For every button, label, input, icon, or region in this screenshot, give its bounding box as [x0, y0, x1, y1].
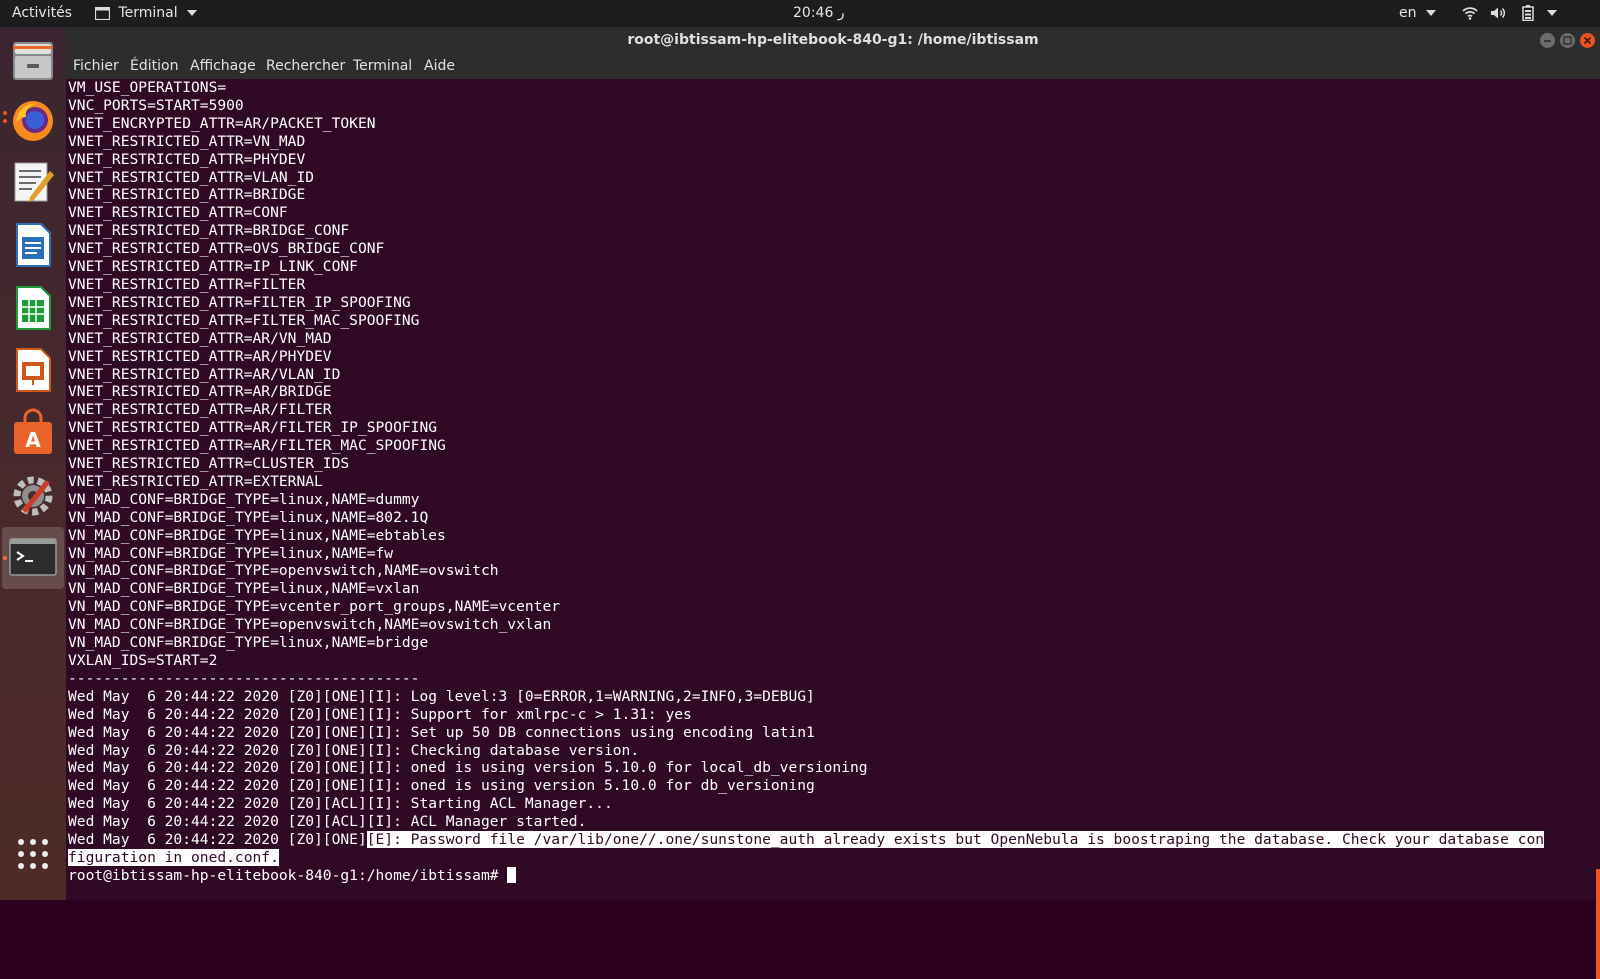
terminal-line: ---------------------------------------- — [68, 669, 420, 687]
top-bar: Activités Terminal 20:46 ر en — [0, 0, 1600, 27]
terminal-line: VNET_RESTRICTED_ATTR=IP_LINK_CONF — [68, 258, 358, 276]
app-menu-label: Terminal — [118, 5, 178, 21]
battery-icon — [1522, 5, 1534, 21]
menu-aide[interactable]: Aide — [424, 54, 455, 79]
terminal-line: Wed May 6 20:44:22 2020 [Z0][ACL][I]: AC… — [68, 813, 587, 831]
terminal-icon[interactable] — [2, 527, 64, 589]
minimize-icon — [1544, 40, 1551, 42]
text-cursor — [507, 866, 517, 883]
terminal-line: VN_MAD_CONF=BRIDGE_TYPE=vcenter_port_gro… — [68, 598, 561, 616]
terminal-line: VNET_RESTRICTED_ATTR=PHYDEV — [68, 150, 306, 168]
menu-edition[interactable]: Édition — [130, 54, 178, 79]
terminal-line: VNET_RESTRICTED_ATTR=FILTER_MAC_SPOOFING — [68, 311, 420, 329]
close-icon — [1583, 36, 1592, 45]
settings-icon[interactable] — [8, 470, 58, 520]
terminal-line: Wed May 6 20:44:22 2020 [Z0][ACL][I]: St… — [68, 795, 613, 813]
files-icon[interactable] — [8, 35, 58, 85]
error-highlight: [E]: Password file /var/lib/one//.one/su… — [366, 831, 1545, 849]
error-line-prefix: Wed May 6 20:44:22 2020 [Z0][ONE] — [68, 831, 367, 849]
terminal-line: Wed May 6 20:44:22 2020 [Z0][ONE][I]: Ch… — [68, 741, 640, 759]
terminal-line: VNET_RESTRICTED_ATTR=AR/BRIDGE — [68, 383, 332, 401]
app-menu-button[interactable]: Terminal — [95, 0, 198, 27]
chevron-down-icon — [187, 10, 198, 16]
terminal-line: Wed May 6 20:44:22 2020 [Z0][ONE][I]: Se… — [68, 723, 815, 741]
terminal-line: VNET_ENCRYPTED_ATTR=AR/PACKET_TOKEN — [68, 114, 376, 132]
terminal-line: VM_USE_OPERATIONS= — [68, 79, 227, 96]
system-menu-caret — [1547, 10, 1558, 16]
chevron-down-icon — [1425, 10, 1436, 16]
minimize-button[interactable] — [1540, 33, 1555, 48]
show-apps-icon[interactable] — [8, 829, 58, 879]
window-titlebar[interactable]: root@ibtissam-hp-elitebook-840-g1: /home… — [66, 27, 1600, 54]
terminal-line: VN_MAD_CONF=BRIDGE_TYPE=linux,NAME=802.1… — [68, 508, 429, 526]
terminal-line: VNET_RESTRICTED_ATTR=BRIDGE_CONF — [68, 222, 350, 240]
terminal-line: VNET_RESTRICTED_ATTR=FILTER_IP_SPOOFING — [68, 293, 411, 311]
text-editor-icon[interactable] — [8, 157, 58, 207]
terminal-line: Wed May 6 20:44:22 2020 [Z0][ONE][I]: Su… — [68, 705, 692, 723]
system-status-area[interactable] — [1462, 0, 1558, 27]
terminal-line: VNET_RESTRICTED_ATTR=AR/FILTER — [68, 401, 332, 419]
terminal-line: VNET_RESTRICTED_ATTR=AR/FILTER_IP_SPOOFI… — [68, 419, 438, 437]
terminal-small-icon — [95, 6, 110, 20]
maximize-button[interactable] — [1560, 33, 1575, 48]
close-button[interactable] — [1580, 33, 1595, 48]
terminal-output: VM_USE_OPERATIONS= VNC_PORTS=START=5900 … — [66, 79, 1545, 885]
terminal-line: VNET_RESTRICTED_ATTR=VN_MAD — [68, 132, 306, 150]
software-center-icon[interactable]: A — [8, 408, 58, 458]
clock[interactable]: 20:46 ر — [793, 0, 845, 27]
menu-rechercher[interactable]: Rechercher — [266, 54, 345, 79]
terminal-line: VNET_RESTRICTED_ATTR=FILTER — [68, 275, 306, 293]
terminal-line: VN_MAD_CONF=BRIDGE_TYPE=openvswitch,NAME… — [68, 616, 552, 634]
terminal-line: VN_MAD_CONF=BRIDGE_TYPE=linux,NAME=fw — [68, 544, 394, 562]
terminal-line: Wed May 6 20:44:22 2020 [Z0][ONE][I]: Lo… — [68, 687, 815, 705]
dock: A — [0, 27, 66, 900]
terminal-line: VNET_RESTRICTED_ATTR=CONF — [68, 204, 288, 222]
terminal-line: VNET_RESTRICTED_ATTR=CLUSTER_IDS — [68, 455, 350, 473]
running-indicator — [3, 119, 7, 123]
terminal-line: Wed May 6 20:44:22 2020 [Z0][ONE][I]: on… — [68, 777, 815, 795]
terminal-log-lines: VM_USE_OPERATIONS= VNC_PORTS=START=5900 … — [68, 79, 868, 830]
terminal-line: VNC_PORTS=START=5900 — [68, 96, 244, 114]
scrollbar[interactable] — [1596, 869, 1600, 979]
terminal-line: VN_MAD_CONF=BRIDGE_TYPE=linux,NAME=bridg… — [68, 634, 429, 652]
terminal-line: Wed May 6 20:44:22 2020 [Z0][ONE][I]: on… — [68, 759, 868, 777]
terminal-line: VN_MAD_CONF=BRIDGE_TYPE=linux,NAME=dummy — [68, 490, 420, 508]
maximize-icon — [1563, 36, 1572, 45]
volume-icon — [1491, 7, 1506, 19]
terminal-line: VNET_RESTRICTED_ATTR=VLAN_ID — [68, 168, 315, 186]
terminal-line: VNET_RESTRICTED_ATTR=AR/PHYDEV — [68, 347, 332, 365]
terminal-view[interactable]: VM_USE_OPERATIONS= VNC_PORTS=START=5900 … — [66, 79, 1600, 979]
wifi-icon — [1462, 7, 1478, 20]
language-label: en — [1399, 5, 1417, 21]
error-highlight-continued: figuration in oned.conf. — [68, 848, 279, 866]
menu-affichage[interactable]: Affichage — [190, 54, 256, 79]
terminal-line: VN_MAD_CONF=BRIDGE_TYPE=openvswitch,NAME… — [68, 562, 499, 580]
terminal-line: VNET_RESTRICTED_ATTR=AR/FILTER_MAC_SPOOF… — [68, 437, 446, 455]
terminal-line: VNET_RESTRICTED_ATTR=AR/VN_MAD — [68, 329, 332, 347]
firefox-icon[interactable] — [8, 95, 58, 145]
shell-prompt: root@ibtissam-hp-elitebook-840-g1:/home/… — [68, 866, 508, 884]
window-title: root@ibtissam-hp-elitebook-840-g1: /home… — [627, 32, 1039, 48]
terminal-line: VN_MAD_CONF=BRIDGE_TYPE=linux,NAME=ebtab… — [68, 526, 446, 544]
running-indicator — [3, 111, 7, 115]
terminal-line: VNET_RESTRICTED_ATTR=BRIDGE — [68, 186, 306, 204]
menu-fichier[interactable]: Fichier — [73, 54, 119, 79]
menu-terminal[interactable]: Terminal — [353, 54, 412, 79]
terminal-line: VNET_RESTRICTED_ATTR=OVS_BRIDGE_CONF — [68, 240, 385, 258]
terminal-line: VNET_RESTRICTED_ATTR=AR/VLAN_ID — [68, 365, 341, 383]
impress-icon[interactable] — [8, 345, 58, 395]
terminal-line: VNET_RESTRICTED_ATTR=EXTERNAL — [68, 472, 323, 490]
writer-icon[interactable] — [8, 220, 58, 270]
menu-bar: Fichier Édition Affichage Rechercher Ter… — [66, 54, 1600, 79]
terminal-line: VN_MAD_CONF=BRIDGE_TYPE=linux,NAME=vxlan — [68, 580, 420, 598]
terminal-line: VXLAN_IDS=START=2 — [68, 652, 218, 669]
svg-text:A: A — [25, 428, 41, 452]
calc-icon[interactable] — [8, 283, 58, 333]
activities-button[interactable]: Activités — [12, 0, 72, 27]
language-indicator[interactable]: en — [1399, 0, 1436, 27]
